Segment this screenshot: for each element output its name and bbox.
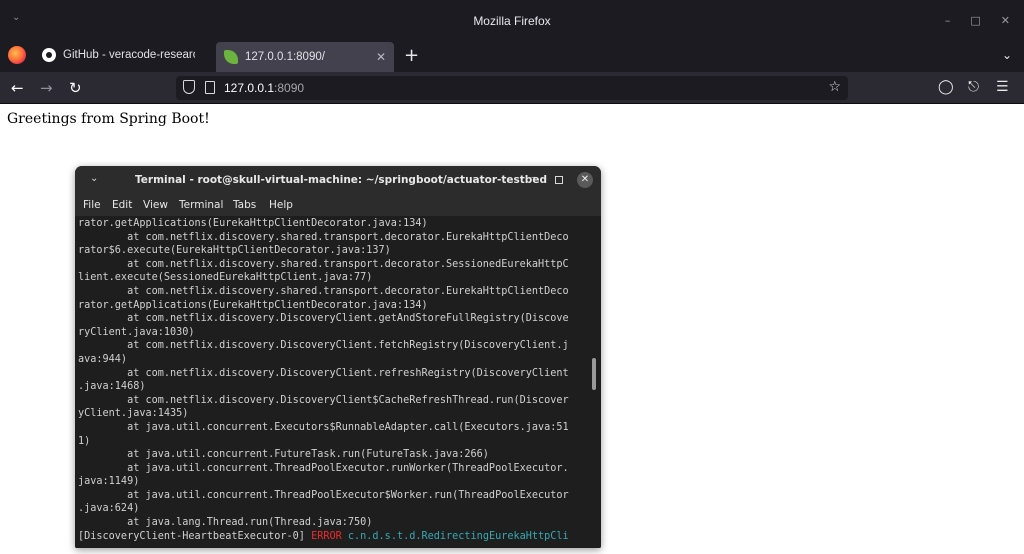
- terminal-close-icon[interactable]: ✕: [577, 172, 593, 188]
- terminal-menu-tabs[interactable]: Tabs: [233, 199, 256, 211]
- terminal-lines: rator.getApplications(EurekaHttpClientDe…: [78, 217, 590, 543]
- github-icon: [42, 48, 56, 62]
- terminal-line: rator$6.execute(EurekaHttpClientDecorato…: [78, 245, 391, 257]
- terminal-line: 1): [78, 435, 91, 447]
- window-title: Mozilla Firefox: [473, 14, 551, 28]
- terminal-line: at java.util.concurrent.ThreadPoolExecut…: [78, 462, 569, 474]
- url-text[interactable]: 127.0.0.1:8090: [224, 81, 304, 95]
- maximize-icon[interactable]: □: [970, 14, 980, 27]
- terminal-maximize-icon[interactable]: [555, 176, 563, 184]
- terminal-line: at com.netflix.discovery.DiscoveryClient…: [78, 394, 569, 406]
- terminal-line: rator.getApplications(EurekaHttpClientDe…: [78, 218, 428, 229]
- terminal-menu-file[interactable]: File: [83, 199, 101, 211]
- url-host: 127.0.0.1: [224, 81, 275, 95]
- bookmark-star-icon[interactable]: ☆: [828, 79, 841, 95]
- terminal-line: lient.execute(SessionedEurekaHttpClient.…: [78, 272, 373, 284]
- terminal-menu-view[interactable]: View: [143, 199, 168, 211]
- log-level-error: ERROR: [311, 530, 342, 542]
- terminal-line: at com.netflix.discovery.DiscoveryClient…: [78, 340, 569, 352]
- tab-label: GitHub - veracode-research/: [63, 49, 195, 61]
- spring-leaf-icon: [224, 50, 238, 64]
- terminal-menu-terminal[interactable]: Terminal: [179, 199, 223, 211]
- back-arrow-icon[interactable]: ←: [11, 79, 24, 97]
- window-titlebar: ⌄ Mozilla Firefox – □ ✕: [0, 0, 1024, 40]
- terminal-line-error: [DiscoveryClient-HeartbeatExecutor-0] ER…: [78, 530, 590, 544]
- firefox-view-icon[interactable]: [8, 46, 26, 64]
- log-logger-name: c.n.d.s.t.d.RedirectingEurekaHttpCli: [341, 530, 569, 542]
- tab-localhost[interactable]: 127.0.0.1:8090/ ✕: [216, 42, 394, 72]
- list-all-tabs-chevron-icon[interactable]: ⌄: [1002, 48, 1012, 62]
- terminal-window[interactable]: ⌄ Terminal - root@skull-virtual-machine:…: [75, 166, 601, 548]
- terminal-line: ryClient.java:1030): [78, 326, 195, 338]
- tab-github[interactable]: GitHub - veracode-research/: [34, 40, 214, 70]
- terminal-titlebar[interactable]: ⌄ Terminal - root@skull-virtual-machine:…: [75, 166, 601, 195]
- log-thread: [DiscoveryClient-HeartbeatExecutor-0]: [78, 530, 312, 542]
- reload-icon[interactable]: ↻: [69, 79, 82, 97]
- forward-arrow-icon[interactable]: →: [40, 79, 53, 97]
- terminal-scrollbar[interactable]: [592, 358, 596, 390]
- terminal-line: at com.netflix.discovery.shared.transpor…: [78, 231, 569, 243]
- terminal-menubar: File Edit View Terminal Tabs Help: [75, 195, 601, 216]
- pocket-icon[interactable]: ◯: [938, 79, 954, 95]
- tab-close-icon[interactable]: ✕: [376, 50, 386, 64]
- terminal-line: at com.netflix.discovery.DiscoveryClient…: [78, 313, 569, 325]
- hamburger-menu-icon[interactable]: ☰: [996, 79, 1009, 95]
- terminal-line: at com.netflix.discovery.shared.transpor…: [78, 258, 569, 270]
- terminal-line: at java.lang.Thread.run(Thread.java:750): [78, 517, 373, 529]
- terminal-line: java:1149): [78, 476, 140, 488]
- terminal-line: rator.getApplications(EurekaHttpClientDe…: [78, 299, 428, 311]
- terminal-menu-help[interactable]: Help: [269, 199, 293, 211]
- terminal-line: at com.netflix.discovery.DiscoveryClient…: [78, 367, 569, 379]
- tracking-protection-shield-icon[interactable]: [183, 80, 195, 94]
- terminal-minimize-icon[interactable]: –: [531, 172, 536, 183]
- tab-label: 127.0.0.1:8090/: [245, 51, 325, 63]
- terminal-line: at java.util.concurrent.Executors$Runnab…: [78, 421, 569, 433]
- terminal-line: at com.netflix.discovery.shared.transpor…: [78, 285, 569, 297]
- navigation-toolbar: ← → ↻ 127.0.0.1:8090 ☆ ◯ ⎋ ☰: [0, 72, 1024, 104]
- extensions-puzzle-icon[interactable]: ⎋: [968, 79, 979, 95]
- new-tab-plus-icon[interactable]: +: [404, 45, 419, 66]
- terminal-line: yClient.java:1435): [78, 408, 189, 420]
- terminal-title: Terminal - root@skull-virtual-machine: ~…: [135, 174, 547, 186]
- close-icon[interactable]: ✕: [1001, 14, 1010, 27]
- url-bar[interactable]: 127.0.0.1:8090 ☆: [176, 76, 848, 100]
- terminal-output[interactable]: rator.getApplications(EurekaHttpClientDe…: [75, 216, 601, 548]
- minimize-icon[interactable]: –: [945, 14, 951, 27]
- terminal-menu-edit[interactable]: Edit: [112, 199, 132, 211]
- tab-strip: GitHub - veracode-research/ 127.0.0.1:80…: [0, 40, 1024, 72]
- terminal-line: at java.util.concurrent.FutureTask.run(F…: [78, 449, 489, 461]
- page-info-icon[interactable]: [205, 81, 215, 94]
- url-port: :8090: [274, 81, 305, 95]
- terminal-line: .java:624): [78, 503, 140, 515]
- page-greeting: Greetings from Spring Boot!: [7, 111, 210, 127]
- window-controls: – □ ✕: [945, 14, 1010, 27]
- terminal-line: at java.util.concurrent.ThreadPoolExecut…: [78, 489, 569, 501]
- terminal-line: ava:944): [78, 353, 128, 365]
- terminal-line: .java:1468): [78, 381, 146, 393]
